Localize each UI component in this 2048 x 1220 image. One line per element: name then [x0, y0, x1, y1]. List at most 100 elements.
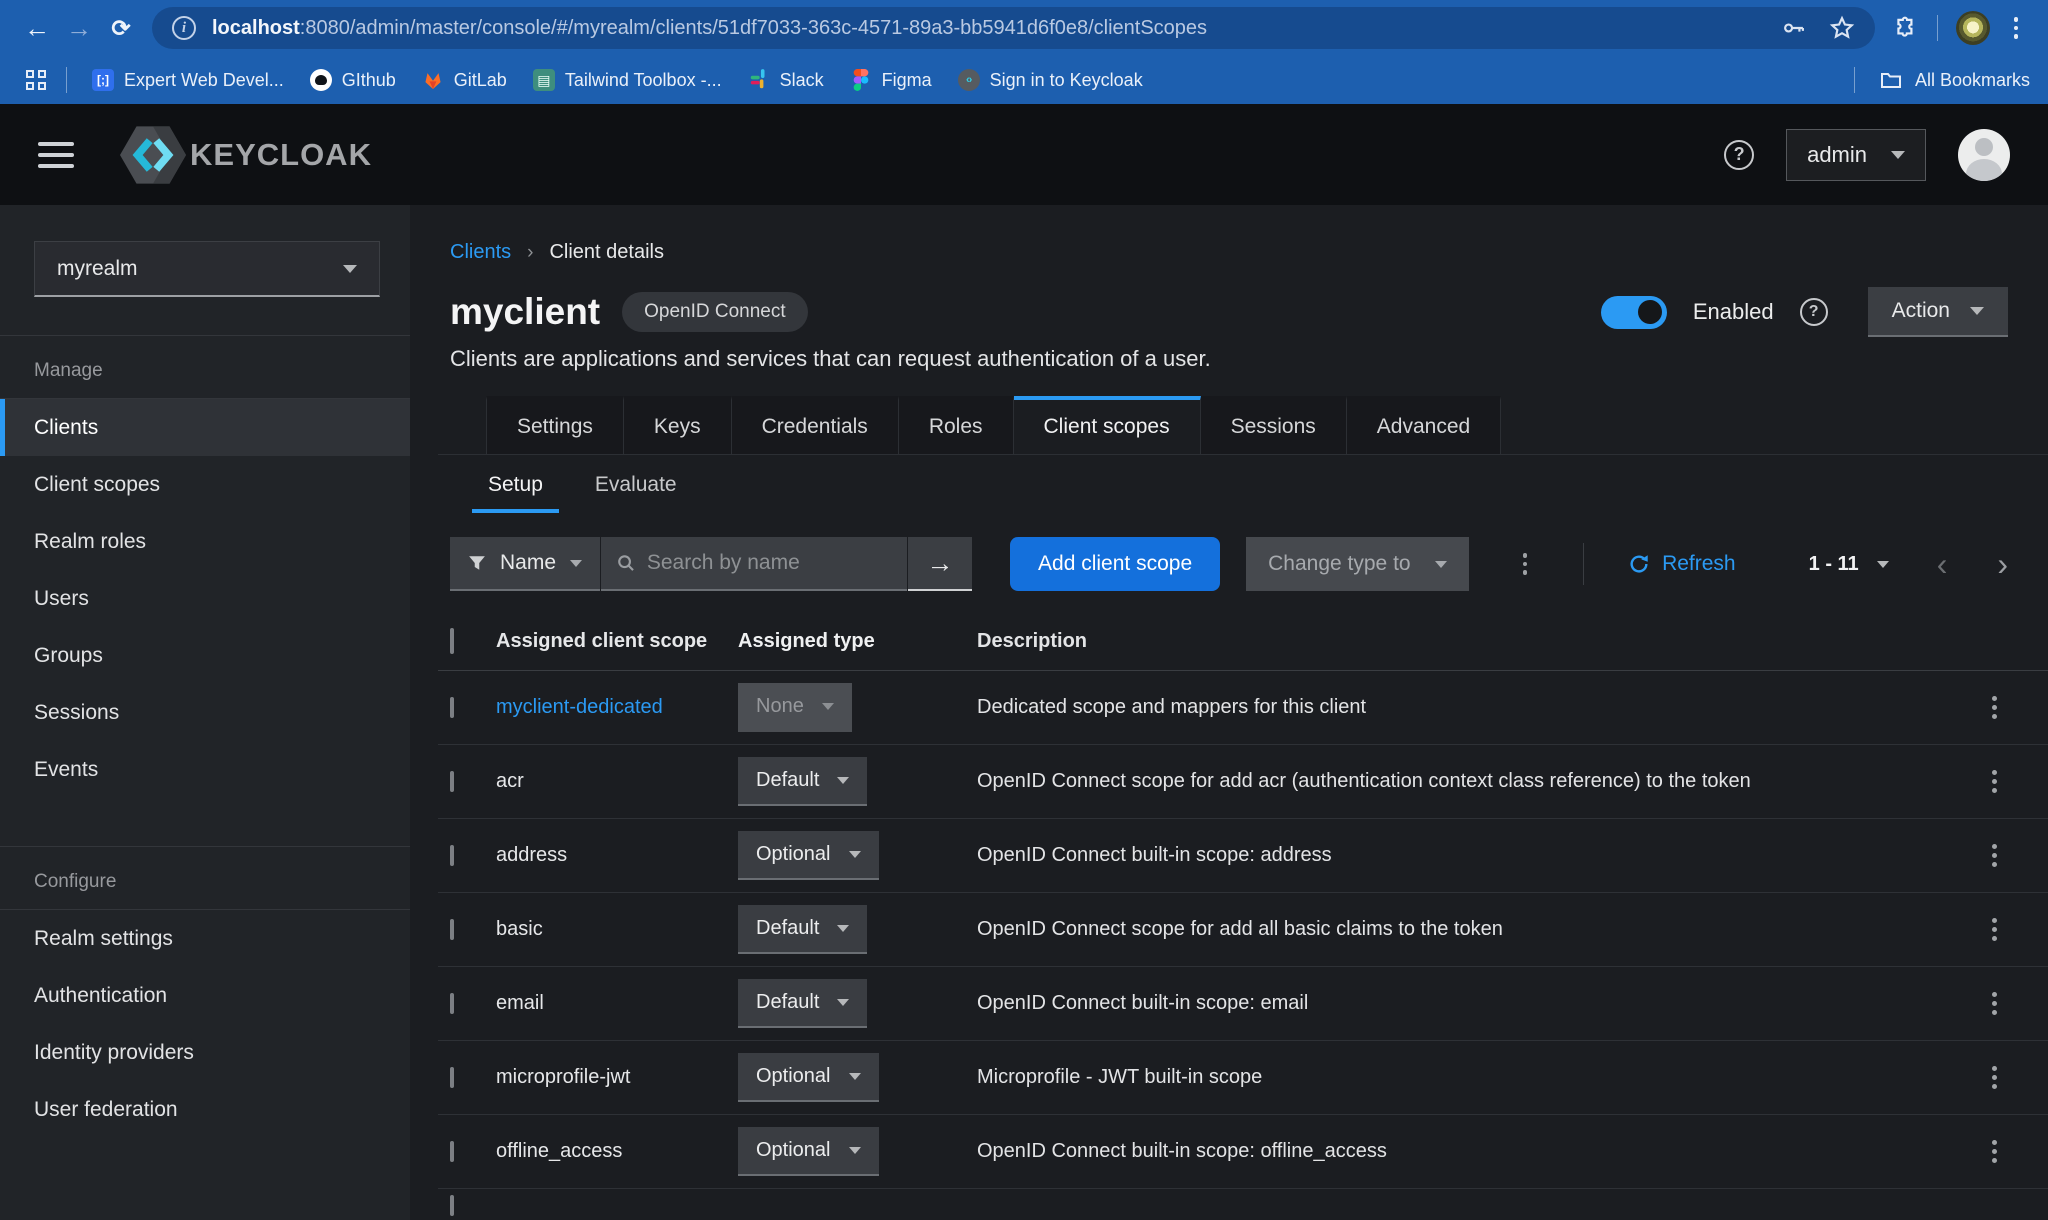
- sidebar-item-client-scopes[interactable]: Client scopes: [0, 456, 410, 513]
- sidebar-item-clients[interactable]: Clients: [0, 399, 410, 456]
- row-kebab-icon[interactable]: [1986, 770, 2003, 793]
- sidebar-item-groups[interactable]: Groups: [0, 627, 410, 684]
- password-key-icon[interactable]: [1781, 15, 1807, 41]
- column-header-description: Description: [977, 630, 1976, 653]
- select-all-checkbox[interactable]: [450, 628, 454, 654]
- row-checkbox[interactable]: [450, 771, 454, 792]
- reload-icon[interactable]: ⟳: [100, 7, 142, 49]
- pagination-caret-icon[interactable]: [1877, 561, 1889, 568]
- chevron-down-icon: [570, 560, 582, 567]
- protocol-badge: OpenID Connect: [622, 292, 808, 332]
- bookmark-keycloak[interactable]: ‹› Sign in to Keycloak: [945, 69, 1156, 91]
- row-checkbox[interactable]: [450, 993, 454, 1014]
- forward-icon[interactable]: →: [58, 7, 100, 49]
- scope-description: Microprofile - JWT built-in scope: [977, 1066, 1976, 1089]
- assigned-type-dropdown[interactable]: Optional: [738, 1053, 879, 1102]
- search-submit-button[interactable]: →: [908, 537, 972, 591]
- bookmark-expert-web[interactable]: [;] Expert Web Devel...: [79, 69, 297, 91]
- all-bookmarks-button[interactable]: All Bookmarks: [1915, 70, 2030, 91]
- sidebar-item-users[interactable]: Users: [0, 570, 410, 627]
- url-bar[interactable]: i localhost:8080/admin/master/console/#/…: [152, 7, 1875, 49]
- chevron-down-icon: [1435, 561, 1447, 568]
- scope-description: Dedicated scope and mappers for this cli…: [977, 696, 1976, 719]
- change-type-dropdown[interactable]: Change type to: [1246, 537, 1468, 591]
- scope-description: OpenID Connect built-in scope: offline_a…: [977, 1140, 1976, 1163]
- masthead: KEYCLOAK ? admin: [0, 104, 2048, 205]
- assigned-type-dropdown[interactable]: Default: [738, 905, 867, 954]
- tab-roles[interactable]: Roles: [899, 396, 1014, 454]
- filter-name-dropdown[interactable]: Name: [450, 537, 600, 591]
- help-icon[interactable]: ?: [1724, 140, 1754, 170]
- action-dropdown-button[interactable]: Action: [1868, 287, 2008, 337]
- breadcrumb-clients-link[interactable]: Clients: [450, 241, 511, 264]
- tab-keys[interactable]: Keys: [624, 396, 732, 454]
- github-favicon: [310, 69, 332, 91]
- bookmark-gitlab[interactable]: GitLab: [409, 69, 520, 91]
- row-checkbox[interactable]: [450, 1195, 454, 1216]
- row-kebab-icon[interactable]: [1986, 918, 2003, 941]
- row-kebab-icon[interactable]: [1986, 696, 2003, 719]
- back-icon[interactable]: ←: [16, 7, 58, 49]
- scope-name: offline_access: [496, 1140, 738, 1163]
- nav-section-label: Manage: [0, 336, 410, 399]
- previous-page-icon[interactable]: ‹: [1937, 546, 1948, 583]
- tabs: Settings Keys Credentials Roles Client s…: [438, 396, 2048, 455]
- sidebar-item-realm-roles[interactable]: Realm roles: [0, 513, 410, 570]
- apps-grid-icon[interactable]: [26, 70, 46, 90]
- subtab-setup[interactable]: Setup: [462, 457, 569, 513]
- scope-link[interactable]: myclient-dedicated: [496, 696, 738, 719]
- avatar[interactable]: [1958, 129, 2010, 181]
- extensions-icon[interactable]: [1893, 15, 1919, 41]
- sidebar-item-authentication[interactable]: Authentication: [0, 967, 410, 1024]
- search-box: [601, 537, 907, 591]
- pagination: 1 - 11 ‹ ›: [1809, 546, 2008, 583]
- bookmark-slack[interactable]: Slack: [735, 69, 837, 91]
- assigned-type-dropdown[interactable]: Default: [738, 757, 867, 806]
- enabled-toggle[interactable]: [1601, 296, 1667, 329]
- sidebar-item-events[interactable]: Events: [0, 741, 410, 798]
- assigned-type-dropdown[interactable]: Default: [738, 979, 867, 1028]
- add-client-scope-button[interactable]: Add client scope: [1010, 537, 1220, 591]
- bookmark-github[interactable]: GIthub: [297, 69, 409, 91]
- bookmark-star-icon[interactable]: [1829, 15, 1855, 41]
- bookmark-tailwind[interactable]: ▤ Tailwind Toolbox -...: [520, 69, 735, 91]
- user-menu[interactable]: admin: [1786, 129, 1926, 181]
- bookmark-figma[interactable]: Figma: [837, 69, 945, 91]
- nav-toggle-icon[interactable]: [38, 142, 74, 168]
- row-checkbox[interactable]: [450, 845, 454, 866]
- scope-name: email: [496, 992, 738, 1015]
- enabled-help-icon[interactable]: ?: [1800, 298, 1828, 326]
- tab-advanced[interactable]: Advanced: [1347, 396, 1501, 454]
- next-page-icon[interactable]: ›: [1997, 546, 2008, 583]
- url-text[interactable]: localhost:8080/admin/master/console/#/my…: [212, 17, 1767, 40]
- sidebar-item-user-federation[interactable]: User federation: [0, 1081, 410, 1138]
- tab-credentials[interactable]: Credentials: [732, 396, 899, 454]
- tab-sessions[interactable]: Sessions: [1201, 396, 1347, 454]
- search-input[interactable]: [647, 551, 891, 575]
- sidebar-item-realm-settings[interactable]: Realm settings: [0, 910, 410, 967]
- subtab-evaluate[interactable]: Evaluate: [569, 457, 703, 513]
- assigned-type-dropdown[interactable]: Optional: [738, 831, 879, 880]
- sidebar-item-identity-providers[interactable]: Identity providers: [0, 1024, 410, 1081]
- row-checkbox[interactable]: [450, 1141, 454, 1162]
- browser-chrome: ← → ⟳ i localhost:8080/admin/master/cons…: [0, 0, 2048, 104]
- assigned-type-dropdown[interactable]: Optional: [738, 1127, 879, 1176]
- row-kebab-icon[interactable]: [1986, 844, 2003, 867]
- row-checkbox[interactable]: [450, 697, 454, 718]
- bookmark-label: Expert Web Devel...: [124, 70, 284, 91]
- sidebar-item-sessions[interactable]: Sessions: [0, 684, 410, 741]
- tab-client-scopes[interactable]: Client scopes: [1014, 396, 1201, 454]
- tab-settings[interactable]: Settings: [486, 396, 624, 454]
- row-kebab-icon[interactable]: [1986, 1066, 2003, 1089]
- bookmarks-divider: [1854, 67, 1855, 93]
- refresh-button[interactable]: Refresh: [1628, 552, 1736, 576]
- browser-profile-avatar[interactable]: [1956, 11, 1990, 45]
- row-kebab-icon[interactable]: [1986, 1140, 2003, 1163]
- toolbar-kebab-icon[interactable]: [1517, 553, 1534, 575]
- site-info-icon[interactable]: i: [172, 16, 196, 40]
- row-checkbox[interactable]: [450, 919, 454, 940]
- realm-selector[interactable]: myrealm: [34, 241, 380, 297]
- row-kebab-icon[interactable]: [1986, 992, 2003, 1015]
- row-checkbox[interactable]: [450, 1067, 454, 1088]
- browser-menu-icon[interactable]: [2008, 17, 2025, 39]
